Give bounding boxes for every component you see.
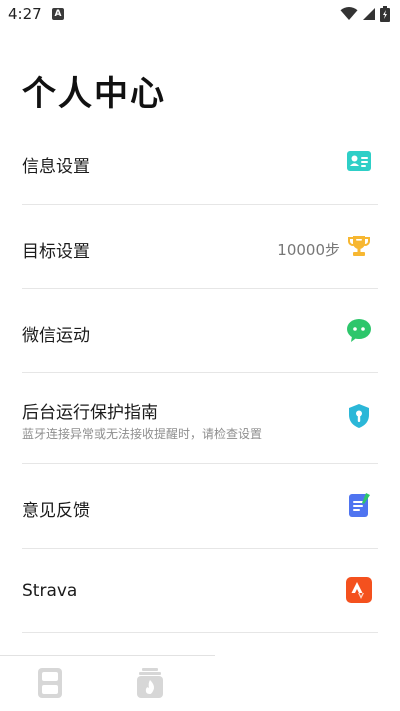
menu-item-wechat-sport[interactable]: 微信运动 [22,289,378,373]
goal-steps-value: 10000步 [277,241,340,259]
notification-badge: A [52,8,64,20]
menu-item-goal-settings[interactable]: 目标设置 10000步 [22,205,378,289]
settings-menu: 信息设置 目标设置 10000步 微信运动 后台运行保护指南 蓝牙连接异常或无法… [0,120,400,633]
menu-item-profile-settings[interactable]: 信息设置 [22,120,378,205]
menu-item-label: 目标设置 [22,242,90,262]
id-card-icon [347,151,371,171]
trophy-icon [347,236,371,256]
feedback-icon [349,493,370,517]
menu-item-label: 微信运动 [22,326,90,346]
strava-icon [346,577,372,603]
cell-signal-icon [363,8,375,20]
wechat-icon [347,319,371,342]
menu-item-sublabel: 蓝牙连接异常或无法接收提醒时，请检查设置 [22,427,263,441]
nav-divider [0,655,215,656]
menu-item-label: 信息设置 [22,157,90,177]
bottom-nav [0,655,400,711]
menu-item-label: 后台运行保护指南 [22,403,158,423]
menu-item-strava[interactable]: Strava [22,549,378,633]
page-title: 个人中心 [22,74,166,114]
status-icons [340,6,390,22]
battery-icon [380,6,390,22]
status-time: 4:27 [8,5,42,23]
menu-item-label: Strava [22,581,78,601]
wifi-icon [340,7,358,20]
status-bar: 4:27 A [0,0,400,28]
shield-icon [349,404,369,428]
menu-item-label: 意见反馈 [22,501,90,521]
menu-item-background-guide[interactable]: 后台运行保护指南 蓝牙连接异常或无法接收提醒时，请检查设置 [22,373,378,464]
device-icon[interactable] [36,667,64,699]
calorie-icon[interactable] [136,667,164,699]
menu-item-feedback[interactable]: 意见反馈 [22,464,378,549]
